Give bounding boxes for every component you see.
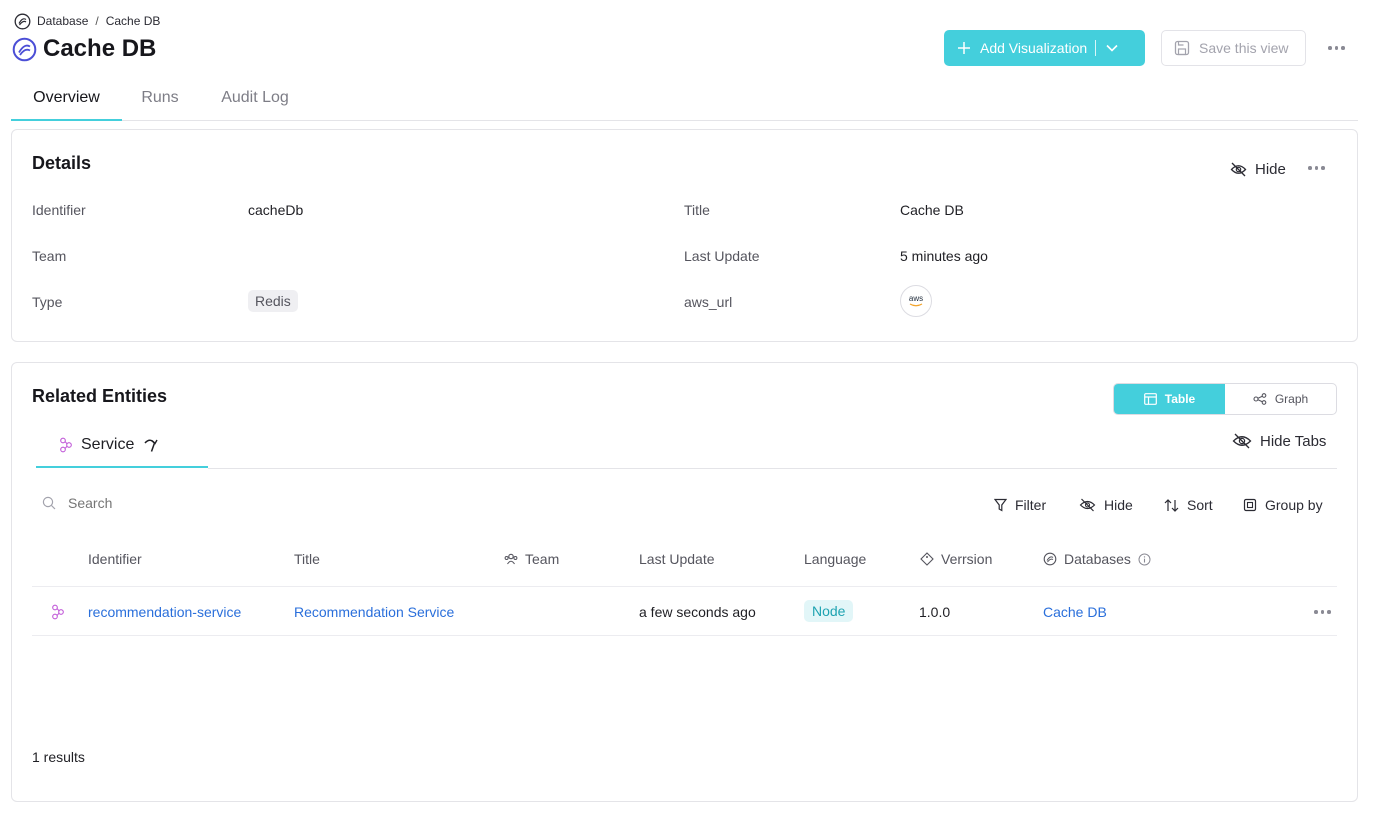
breadcrumb-parent-link[interactable]: Database xyxy=(37,14,88,28)
tab-service-label: Service xyxy=(81,435,135,453)
page-title: Cache DB xyxy=(43,35,157,62)
row-last-update: a few seconds ago xyxy=(639,604,756,620)
team-icon xyxy=(504,553,518,565)
row-version: 1.0.0 xyxy=(919,604,951,620)
hide-tabs-label: Hide Tabs xyxy=(1260,432,1327,450)
save-view-button[interactable]: Save this view xyxy=(1161,30,1306,66)
chevron-down-icon[interactable] xyxy=(1106,44,1118,52)
save-view-label: Save this view xyxy=(1199,40,1289,56)
view-toggle: Table Graph xyxy=(1113,383,1337,415)
related-entities-title: Related Entities xyxy=(32,386,168,406)
button-divider xyxy=(1095,40,1097,56)
breadcrumb-current: Cache DB xyxy=(105,14,161,28)
column-title-label: Title xyxy=(294,551,320,567)
service-icon xyxy=(51,604,65,620)
page-title-row: Cache DB xyxy=(12,34,156,64)
database-title-icon xyxy=(12,37,37,62)
column-identifier-label: Identifier xyxy=(88,551,142,567)
table-hide-label: Hide xyxy=(1104,497,1133,513)
service-icon xyxy=(59,437,73,453)
info-icon[interactable] xyxy=(1138,553,1151,566)
page-tabs: Overview Runs Audit Log xyxy=(11,76,1358,121)
breadcrumb: Database / Cache DB xyxy=(14,12,160,30)
column-last-update[interactable]: Last Update xyxy=(639,549,715,569)
tab-audit-log[interactable]: Audit Log xyxy=(212,76,298,120)
column-language-label: Language xyxy=(804,551,867,567)
search-input[interactable] xyxy=(68,495,308,511)
type-value-chip: Redis xyxy=(248,290,298,312)
plus-icon xyxy=(957,41,971,55)
title-label: Title xyxy=(684,202,710,218)
aws-url-label: aws_url xyxy=(684,294,733,310)
sort-button[interactable]: Sort xyxy=(1164,495,1213,515)
database-icon xyxy=(14,13,31,30)
type-label: Type xyxy=(32,294,63,310)
filter-button[interactable]: Filter xyxy=(994,495,1046,515)
hide-tabs-button[interactable]: Hide Tabs xyxy=(1232,431,1326,451)
eye-off-icon xyxy=(1079,498,1096,512)
tab-service[interactable]: Service xyxy=(36,423,208,468)
column-version[interactable]: Verrsion xyxy=(920,549,992,569)
column-databases-label: Databases xyxy=(1064,551,1131,567)
row-identifier-link[interactable]: recommendation-service xyxy=(88,604,241,620)
search-icon xyxy=(42,496,56,510)
column-identifier[interactable]: Identifier xyxy=(88,549,142,569)
results-count: 1 results xyxy=(32,749,85,765)
graph-view-label: Graph xyxy=(1274,392,1309,406)
breadcrumb-separator: / xyxy=(95,14,99,28)
aws-logo-text: aws xyxy=(908,294,924,303)
table-view-label: Table xyxy=(1164,392,1196,406)
sort-icon xyxy=(1164,498,1179,513)
column-databases[interactable]: Databases xyxy=(1043,549,1151,569)
tabs-divider xyxy=(208,468,1337,469)
aws-link-icon[interactable]: aws xyxy=(900,285,932,317)
related-entities-card xyxy=(11,362,1358,802)
relation-arrow-icon xyxy=(142,437,158,453)
eye-off-icon xyxy=(1230,162,1247,177)
title-value: Cache DB xyxy=(900,202,964,218)
aws-smile-icon xyxy=(909,303,923,307)
add-visualization-label: Add Visualization xyxy=(980,40,1088,56)
details-title: Details xyxy=(32,153,92,173)
column-last-update-label: Last Update xyxy=(639,551,715,567)
column-title[interactable]: Title xyxy=(294,549,320,569)
sort-label: Sort xyxy=(1187,497,1213,513)
column-version-label: Verrsion xyxy=(941,551,993,567)
filter-label: Filter xyxy=(1015,497,1047,513)
details-more-icon[interactable] xyxy=(1308,166,1325,170)
column-team[interactable]: Team xyxy=(504,549,559,569)
identifier-label: Identifier xyxy=(32,202,86,218)
column-team-label: Team xyxy=(525,551,560,567)
save-icon xyxy=(1174,40,1190,56)
graph-icon xyxy=(1253,393,1267,405)
last-update-label: Last Update xyxy=(684,248,760,264)
row-title-link[interactable]: Recommendation Service xyxy=(294,604,454,620)
table-hide-button[interactable]: Hide xyxy=(1079,495,1133,515)
tab-overview[interactable]: Overview xyxy=(11,76,122,121)
row-databases-link[interactable]: Cache DB xyxy=(1043,604,1107,620)
filter-icon xyxy=(994,498,1007,512)
tab-runs[interactable]: Runs xyxy=(132,76,188,120)
graph-view-button[interactable]: Graph xyxy=(1225,384,1336,414)
column-language[interactable]: Language xyxy=(804,549,866,569)
row-language-badge: Node xyxy=(804,600,854,622)
details-card xyxy=(11,129,1358,342)
identifier-value: cacheDb xyxy=(248,202,304,218)
details-hide-label: Hide xyxy=(1255,160,1286,178)
group-by-label: Group by xyxy=(1265,497,1323,513)
table-icon xyxy=(1143,393,1157,405)
row-more-icon[interactable] xyxy=(1314,610,1331,614)
add-visualization-button[interactable]: Add Visualization xyxy=(944,30,1145,66)
group-by-icon xyxy=(1243,498,1257,512)
details-hide-button[interactable]: Hide xyxy=(1230,159,1286,179)
eye-off-icon xyxy=(1232,433,1252,449)
search-box[interactable] xyxy=(42,493,342,513)
group-by-button[interactable]: Group by xyxy=(1243,495,1323,515)
team-label: Team xyxy=(32,248,67,264)
table-view-button[interactable]: Table xyxy=(1114,384,1225,414)
tag-icon xyxy=(920,552,934,566)
database-icon xyxy=(1043,552,1057,566)
last-update-value: 5 minutes ago xyxy=(900,248,988,264)
page-more-icon[interactable] xyxy=(1328,46,1345,50)
